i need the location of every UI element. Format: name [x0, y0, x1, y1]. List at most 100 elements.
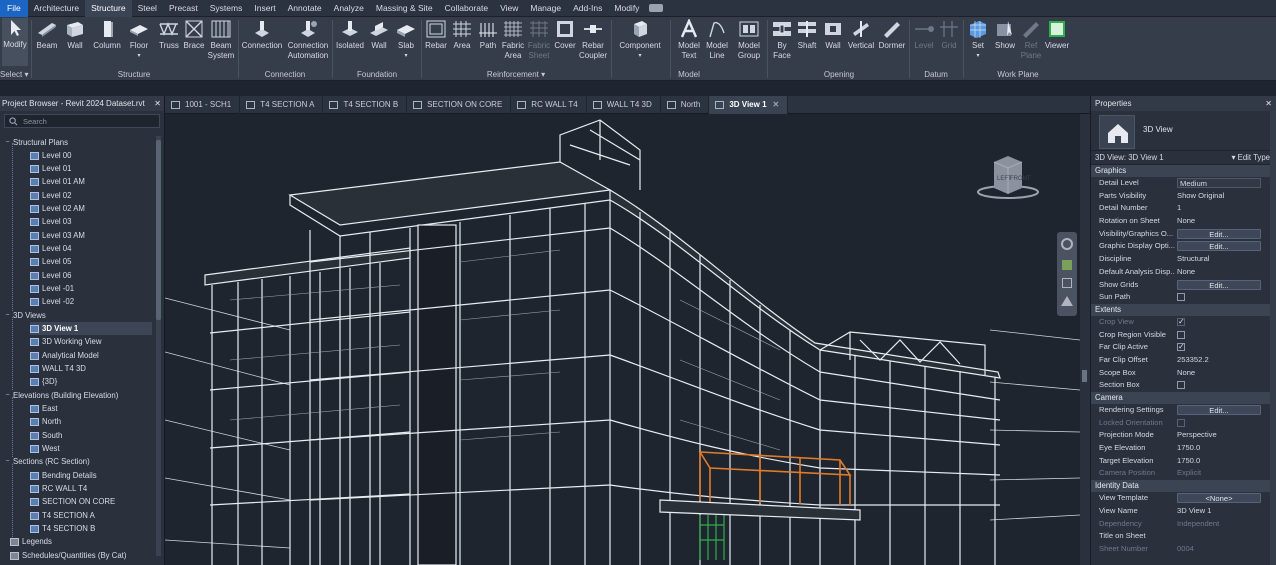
path-button[interactable]: Path	[476, 19, 500, 51]
sun-path-checkbox[interactable]	[1177, 293, 1185, 302]
column-button[interactable]: Column	[90, 19, 124, 51]
shaft-button[interactable]: Shaft	[795, 19, 819, 51]
prop-scope-box[interactable]: Scope Box None	[1091, 367, 1276, 380]
tree-item-west[interactable]: West	[30, 442, 60, 455]
truss-button[interactable]: Truss	[157, 19, 181, 51]
section-identity-data[interactable]: Identity Data	[1091, 480, 1276, 493]
tree-item-level-00[interactable]: Level 00	[30, 149, 71, 162]
tree-item-wall-t4-3d[interactable]: WALL T4 3D	[30, 362, 86, 375]
rendering-settings-edit-button[interactable]: Edit...	[1177, 405, 1261, 415]
view-tab-t4-section-b[interactable]: T4 SECTION B	[323, 96, 408, 114]
model-text-button[interactable]: Model Text	[676, 19, 702, 61]
viewcube[interactable]: LEFT FRONT	[975, 154, 1041, 202]
viewcube-front-face[interactable]: FRONT	[1010, 176, 1031, 182]
tree-item-level-04[interactable]: Level 04	[30, 242, 71, 255]
prop-dependency[interactable]: Dependency Independent	[1091, 518, 1276, 531]
dormer-button[interactable]: Dormer	[877, 19, 907, 51]
tree-node-sections[interactable]: − Sections (RC Section)	[4, 455, 89, 468]
prop-sun-path[interactable]: Sun Path	[1091, 291, 1276, 304]
view-template-button[interactable]: <None>	[1177, 493, 1261, 504]
tab-modify[interactable]: Modify	[608, 0, 645, 17]
beam-button[interactable]: Beam	[34, 19, 60, 51]
prop-rendering-settings[interactable]: Rendering Settings Edit...	[1091, 404, 1276, 417]
crop-view-checkbox[interactable]	[1177, 316, 1185, 329]
tree-item-section-on-core[interactable]: SECTION ON CORE	[30, 495, 115, 508]
scrollbar-thumb[interactable]	[1082, 370, 1087, 382]
prop-detail-level[interactable]: Detail Level Medium	[1091, 177, 1276, 190]
prop-parts-visibility[interactable]: Parts Visibility Show Original	[1091, 190, 1276, 203]
tab-manage[interactable]: Manage	[524, 0, 567, 17]
prop-visibility-graphics[interactable]: Visibility/Graphics O... Edit...	[1091, 228, 1276, 241]
properties-scrollbar[interactable]	[1270, 111, 1276, 565]
tree-item-level-01-am[interactable]: Level 01 AM	[30, 175, 85, 188]
tree-node-schedules[interactable]: Schedules/Quantities (By Cat)	[10, 549, 126, 561]
tree-item-level-02[interactable]: Level 02	[30, 189, 71, 202]
fabric-area-button[interactable]: Fabric Area	[501, 19, 525, 61]
brace-button[interactable]: Brace	[183, 19, 205, 51]
prop-value[interactable]: 3D View 1	[1175, 505, 1276, 518]
prop-view-template[interactable]: View Template <None>	[1091, 492, 1276, 505]
view-tab-wall-t4-3d[interactable]: WALL T4 3D	[587, 96, 661, 114]
prop-crop-view[interactable]: Crop View	[1091, 316, 1276, 329]
wall-button[interactable]: Wall	[62, 19, 88, 51]
set-dropdown-arrow[interactable]: ▾	[966, 51, 990, 61]
prop-value[interactable]	[1175, 530, 1276, 543]
close-icon[interactable]: ✕	[773, 100, 780, 109]
prop-rotation-on-sheet[interactable]: Rotation on Sheet None	[1091, 215, 1276, 228]
detail-level-select[interactable]: Medium	[1177, 178, 1261, 188]
rebar-button[interactable]: Rebar	[424, 19, 448, 51]
prop-graphic-display[interactable]: Graphic Display Opti... Edit...	[1091, 240, 1276, 253]
tree-item-3d-default[interactable]: {3D}	[30, 375, 57, 388]
select-dropdown[interactable]: Select ▾	[0, 69, 30, 80]
grid-button[interactable]: Grid	[937, 19, 961, 51]
prop-view-name[interactable]: View Name 3D View 1	[1091, 505, 1276, 518]
prop-projection-mode[interactable]: Projection Mode Perspective	[1091, 429, 1276, 442]
fabric-sheet-button[interactable]: Fabric Sheet	[526, 19, 552, 61]
connection-automation-button[interactable]: Connection Automation	[286, 19, 330, 61]
locked-orientation-checkbox[interactable]	[1177, 418, 1185, 427]
tab-analyze[interactable]: Analyze	[328, 0, 370, 17]
tree-item-t4-section-b[interactable]: T4 SECTION B	[30, 522, 95, 535]
close-icon[interactable]: ✕	[1265, 96, 1272, 111]
collapse-icon[interactable]: −	[4, 455, 11, 468]
prop-show-grids[interactable]: Show Grids Edit...	[1091, 279, 1276, 292]
tab-structure[interactable]: Structure	[85, 0, 132, 17]
prop-target-elevation[interactable]: Target Elevation 1750.0	[1091, 455, 1276, 468]
tree-item-level-02-am[interactable]: Level 02 AM	[30, 202, 85, 215]
prop-detail-number[interactable]: Detail Number 1	[1091, 202, 1276, 215]
tree-item-bending-details[interactable]: Bending Details	[30, 469, 97, 482]
crop-region-checkbox[interactable]	[1177, 330, 1185, 339]
tree-item-south[interactable]: South	[30, 429, 62, 442]
view-tab-1001-sch1[interactable]: 1001 - SCH1	[165, 96, 241, 114]
component-button[interactable]: Component ▾	[614, 19, 666, 61]
tree-item-north[interactable]: North	[30, 415, 61, 428]
modify-button[interactable]: Modify	[2, 18, 28, 66]
prop-sheet-number[interactable]: Sheet Number 0004	[1091, 543, 1276, 556]
tree-item-level-m01[interactable]: Level -01	[30, 282, 74, 295]
prop-section-box[interactable]: Section Box	[1091, 379, 1276, 392]
prop-far-clip-offset[interactable]: Far Clip Offset 253352.2	[1091, 354, 1276, 367]
type-selector[interactable]: 3D View	[1091, 111, 1276, 151]
ref-plane-button[interactable]: Ref Plane	[1019, 19, 1043, 61]
3d-viewport[interactable]: LEFT FRONT	[165, 114, 1080, 565]
graphic-display-edit-button[interactable]: Edit...	[1177, 241, 1261, 252]
steering-wheel-icon[interactable]	[1061, 238, 1073, 250]
floor-button[interactable]: Floor ▾	[126, 19, 152, 61]
scrollbar-thumb[interactable]	[156, 140, 161, 320]
close-icon[interactable]: ✕	[154, 96, 161, 111]
tree-item-level-05[interactable]: Level 05	[30, 255, 71, 268]
show-button[interactable]: Show	[992, 19, 1018, 51]
prop-value[interactable]: 1750.0	[1175, 442, 1276, 455]
search-input[interactable]: Search	[4, 114, 160, 128]
floor-dropdown-arrow[interactable]: ▾	[126, 51, 152, 61]
tree-item-level-m02[interactable]: Level -02	[30, 295, 74, 308]
slab-button[interactable]: Slab ▾	[393, 19, 419, 61]
prop-value[interactable]: 253352.2	[1175, 354, 1276, 367]
section-box-checkbox[interactable]	[1177, 381, 1185, 390]
prop-title-on-sheet[interactable]: Title on Sheet	[1091, 530, 1276, 543]
pan-icon[interactable]	[1062, 278, 1072, 288]
zoom-icon[interactable]	[1062, 260, 1072, 270]
show-grids-edit-button[interactable]: Edit...	[1177, 279, 1261, 290]
prop-value[interactable]: None	[1175, 367, 1276, 380]
cover-button[interactable]: Cover	[553, 19, 577, 51]
